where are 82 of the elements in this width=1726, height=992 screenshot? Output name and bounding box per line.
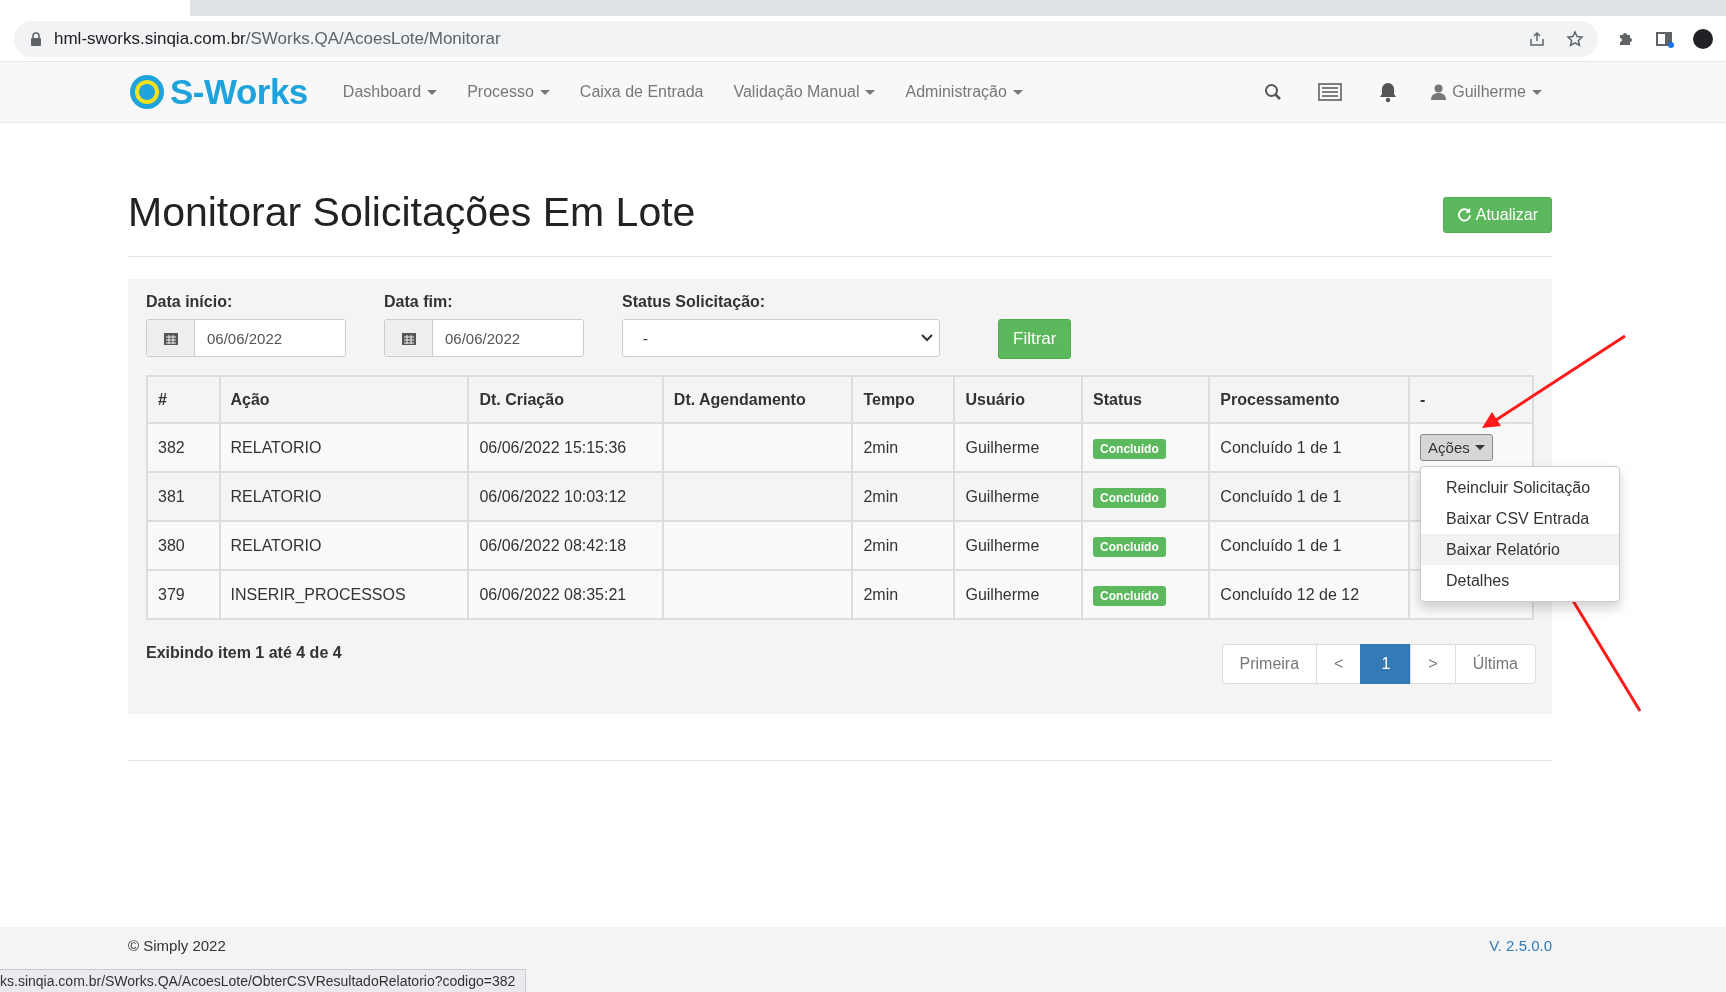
nav-menu-item[interactable]: Processo	[452, 83, 565, 101]
column-header: Usuário	[954, 376, 1083, 423]
table-cell: INSERIR_PROCESSOS	[219, 570, 469, 619]
calendar-icon	[163, 331, 178, 345]
table-cell: Guilherme	[954, 521, 1083, 570]
search-icon[interactable]	[1264, 83, 1283, 101]
nav-menu-item[interactable]: Administração	[890, 83, 1038, 101]
star-icon[interactable]	[1566, 29, 1584, 48]
status-label: Concluído	[1093, 438, 1166, 459]
user-menu[interactable]: Guilherme	[1416, 83, 1542, 101]
column-header: -	[1409, 376, 1533, 423]
menu-item[interactable]: Reincluir Solicitação	[1421, 472, 1620, 503]
logo-icon	[128, 73, 166, 111]
table-cell: 382	[147, 423, 220, 472]
user-icon	[1431, 84, 1447, 100]
page-title: Monitorar Solicitações Em Lote	[128, 189, 696, 236]
field-label: Status Solicitação:	[622, 293, 767, 311]
lock-icon	[30, 31, 42, 46]
url-text: hml-sworks.sinqia.com.br/SWorks.QA/AcoesLote/Monitorar	[54, 28, 502, 49]
share-icon[interactable]	[1528, 29, 1546, 48]
actions-button[interactable]: Ações	[1420, 434, 1493, 461]
status-bar-url: ks.sinqia.com.br/SWorks.QA/AcoesLote/ObterCSVResultadoRelatorio?codigo=382	[0, 969, 527, 992]
date-field[interactable]: 06/06/2022	[384, 319, 584, 357]
menu-item[interactable]: Detalhes	[1421, 565, 1620, 596]
version-text: V. 2.5.0.0	[1489, 937, 1552, 954]
pagination-button[interactable]: <	[1316, 644, 1362, 684]
status-label: Concluído	[1093, 487, 1166, 508]
filter-button[interactable]: Filtrar	[998, 319, 1072, 359]
table-cell: Guilherme	[954, 472, 1083, 521]
nav-menu-item[interactable]: Validação Manual	[718, 83, 891, 101]
table-cell: RELATORIO	[219, 472, 469, 521]
date-field[interactable]: 06/06/2022	[146, 319, 346, 357]
table-cell: RELATORIO	[219, 521, 469, 570]
table-cell: Concluído 1 de 1	[1209, 521, 1410, 570]
table-cell: 2min	[852, 472, 955, 521]
pagination-button[interactable]: Última	[1454, 644, 1536, 684]
table-cell: 06/06/2022 15:15:36	[468, 423, 663, 472]
results-summary: Exibindo item 1 até 4 de 4	[146, 644, 342, 662]
calendar-icon	[401, 331, 416, 345]
table-cell: 2min	[852, 570, 955, 619]
table-cell: 06/06/2022 08:42:18	[468, 521, 663, 570]
table-cell: 381	[147, 472, 220, 521]
bell-icon[interactable]	[1378, 81, 1399, 103]
column-header: Tempo	[852, 376, 955, 423]
refresh-button[interactable]: Atualizar	[1442, 196, 1552, 233]
status-label: Concluído	[1093, 585, 1166, 606]
refresh-icon	[1456, 207, 1472, 222]
menu-item[interactable]: Baixar CSV Entrada	[1421, 503, 1620, 534]
status-label: Concluído	[1093, 536, 1166, 557]
column-header: #	[147, 376, 220, 423]
profile-icon[interactable]	[1692, 27, 1714, 50]
pagination-button[interactable]: 1	[1360, 644, 1412, 684]
logo-text[interactable]: S-Works	[170, 72, 308, 112]
table-cell: Guilherme	[954, 570, 1083, 619]
table-cell: Concluído 12 de 12	[1209, 570, 1410, 619]
status-select[interactable]: -	[622, 319, 940, 357]
column-header: Processamento	[1209, 376, 1410, 423]
table-cell: 379	[147, 570, 220, 619]
table-cell: Guilherme	[954, 423, 1083, 472]
column-header: Dt. Criação	[468, 376, 663, 423]
table-cell: RELATORIO	[219, 423, 469, 472]
table-cell: 380	[147, 521, 220, 570]
column-header: Dt. Agendamento	[662, 376, 853, 423]
pagination-button[interactable]: Primeira	[1221, 644, 1318, 684]
address-bar[interactable]: hml-sworks.sinqia.com.br/SWorks.QA/AcoesLote/Monitorar	[14, 20, 1598, 57]
field-label: Data fim:	[384, 293, 454, 311]
nav-menu-item[interactable]: Dashboard	[327, 83, 453, 101]
column-header: Ação	[219, 376, 469, 423]
pagination-button[interactable]: >	[1410, 644, 1456, 684]
menu-item[interactable]: Baixar Relatório	[1421, 534, 1620, 565]
table-cell: 06/06/2022 08:35:21	[468, 570, 663, 619]
column-header: Status	[1082, 376, 1210, 423]
nav-menu-item[interactable]: Caixa de Entrada	[564, 83, 719, 101]
table-cell: Concluído 1 de 1	[1209, 423, 1410, 472]
table-cell: Concluído 1 de 1	[1209, 472, 1410, 521]
table-cell: 2min	[852, 521, 955, 570]
field-label: Data início:	[146, 293, 234, 311]
chevron-down-icon	[921, 334, 933, 342]
table-cell: 2min	[852, 423, 955, 472]
copyright-text: © Simply 2022	[128, 937, 226, 954]
table-cell: 06/06/2022 10:03:12	[468, 472, 663, 521]
list-icon[interactable]	[1318, 83, 1343, 101]
